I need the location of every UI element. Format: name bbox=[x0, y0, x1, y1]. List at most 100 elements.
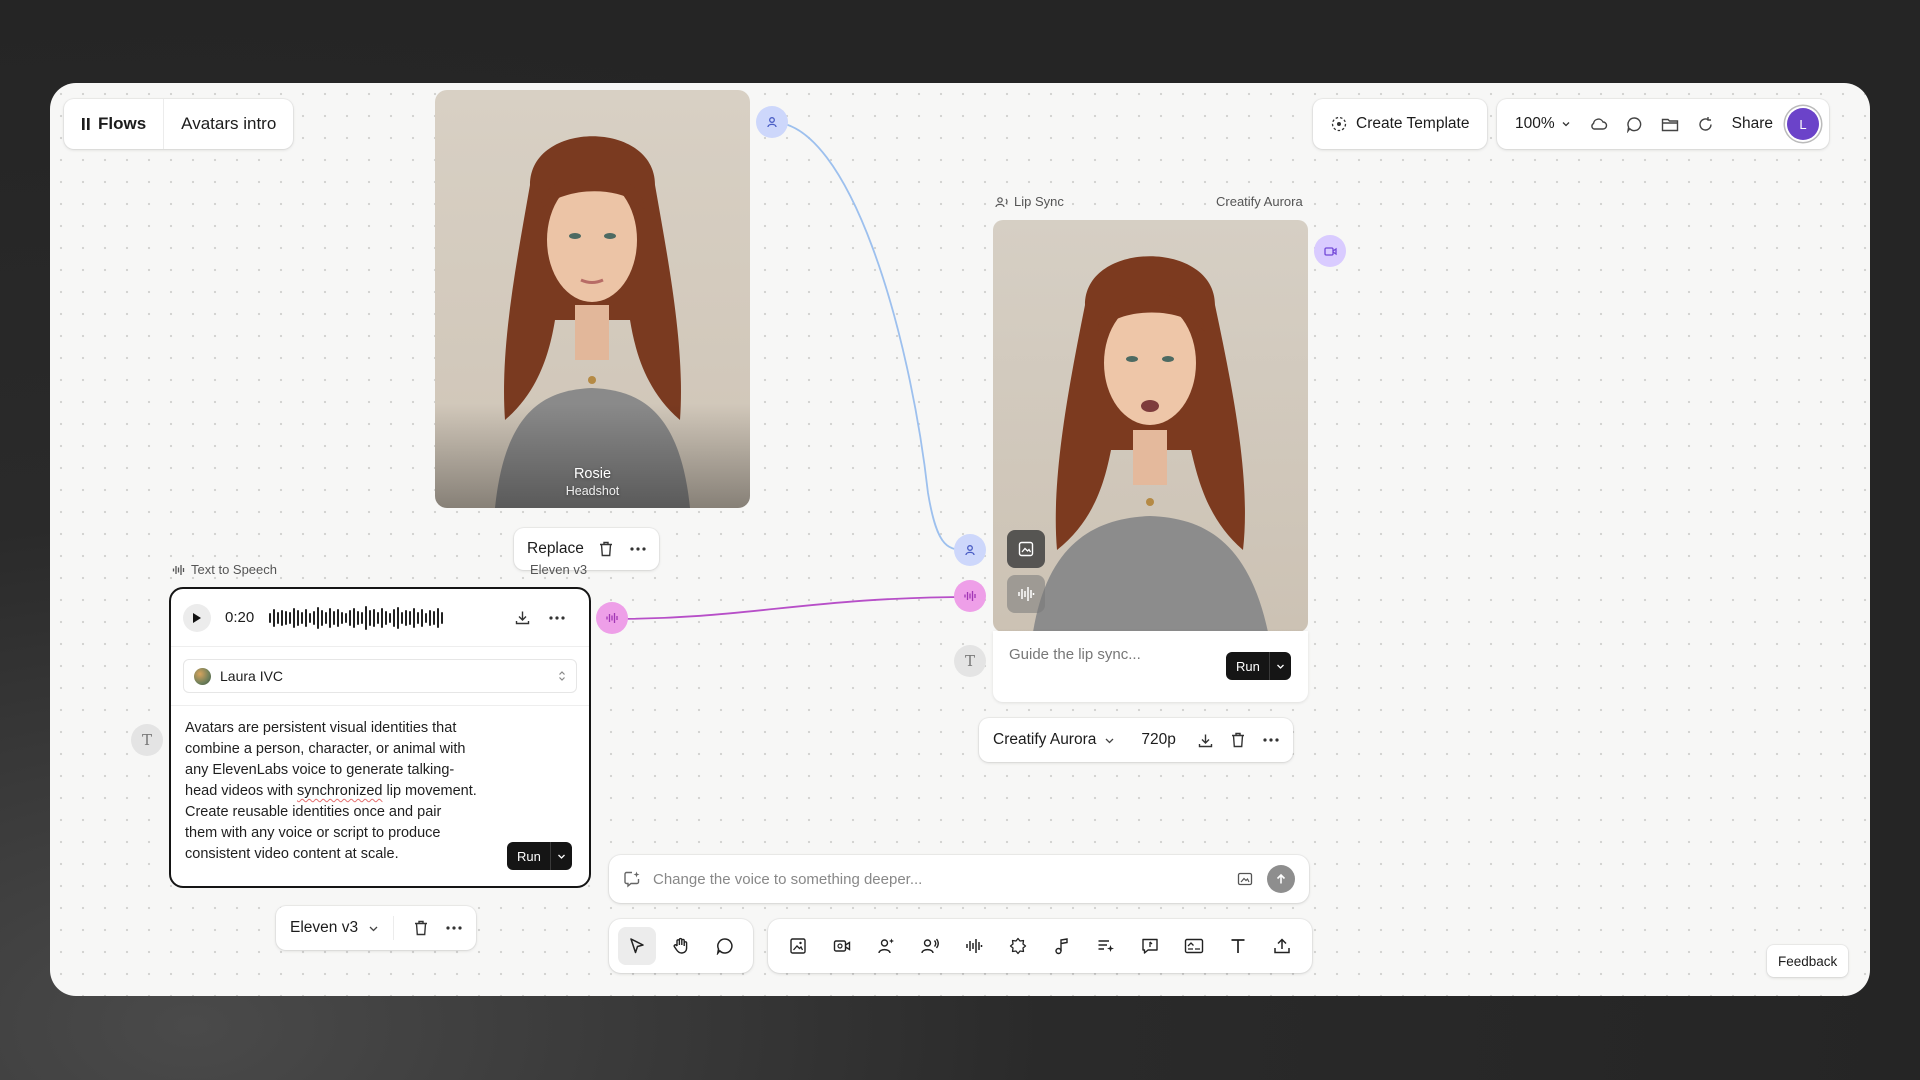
waveform-bar bbox=[373, 608, 376, 627]
more-icon[interactable] bbox=[1263, 738, 1279, 742]
run-label: Run bbox=[1236, 658, 1260, 674]
attach-image-icon[interactable] bbox=[1237, 872, 1253, 886]
headshot-image-node[interactable]: Rosie Headshot bbox=[435, 90, 750, 508]
more-icon[interactable] bbox=[446, 926, 462, 930]
video-camera-icon bbox=[833, 937, 851, 955]
add-video-tool[interactable] bbox=[823, 927, 861, 965]
add-text-tool[interactable] bbox=[1219, 927, 1257, 965]
audio-waveform[interactable] bbox=[269, 604, 444, 632]
tts-label: Text to Speech bbox=[172, 562, 277, 577]
user-avatar[interactable]: L bbox=[1787, 108, 1820, 140]
voice-name: Laura IVC bbox=[220, 668, 284, 684]
history-icon[interactable] bbox=[1697, 116, 1714, 133]
comment-tool[interactable] bbox=[706, 927, 744, 965]
chevron-down-icon[interactable] bbox=[1268, 652, 1291, 680]
download-icon[interactable] bbox=[1198, 733, 1213, 748]
waveform-bar bbox=[393, 608, 396, 627]
waveform-bar bbox=[285, 610, 288, 625]
enhance-icon bbox=[1009, 937, 1027, 955]
download-icon[interactable] bbox=[515, 610, 530, 625]
upload-icon bbox=[1273, 937, 1291, 955]
waveform-bar bbox=[357, 610, 360, 625]
chevron-down-icon[interactable] bbox=[549, 842, 572, 870]
lip-sync-prompt-placeholder[interactable]: Guide the lip sync... bbox=[1009, 646, 1141, 663]
lip-sync-model: Creatify Aurora bbox=[993, 731, 1097, 748]
audio-input-button[interactable] bbox=[1007, 575, 1045, 613]
speaking-person-icon bbox=[921, 937, 939, 955]
add-prompt-tool[interactable] bbox=[1131, 927, 1169, 965]
add-text-gen-tool[interactable] bbox=[1087, 927, 1125, 965]
canvas-window[interactable]: Flows Avatars intro Create Template 100%… bbox=[50, 83, 1870, 996]
trash-icon[interactable] bbox=[414, 920, 428, 936]
zoom-dropdown[interactable]: 100% bbox=[1515, 115, 1571, 133]
lip-sync-text-port[interactable]: T bbox=[954, 645, 986, 677]
trash-icon[interactable] bbox=[1231, 732, 1245, 748]
ai-prompt-input[interactable]: Change the voice to something deeper... bbox=[653, 871, 1237, 888]
add-caption-tool[interactable] bbox=[1175, 927, 1213, 965]
tts-audio-output-port[interactable] bbox=[596, 602, 628, 634]
lip-sync-audio-port[interactable] bbox=[954, 580, 986, 612]
add-audio-tool[interactable] bbox=[955, 927, 993, 965]
waveform-bar bbox=[425, 612, 428, 623]
waveform-bar bbox=[389, 612, 392, 623]
lip-sync-actions: Creatify Aurora 720p bbox=[979, 718, 1293, 762]
chevron-down-icon bbox=[368, 923, 379, 934]
flows-menu-button[interactable]: Flows bbox=[64, 99, 163, 149]
lip-sync-video-node[interactable] bbox=[993, 220, 1308, 632]
lip-sync-model-label: Creatify Aurora bbox=[1216, 194, 1303, 209]
tts-model-label: Eleven v3 bbox=[530, 562, 588, 577]
tts-text-port[interactable]: T bbox=[131, 724, 163, 756]
share-button[interactable]: Share bbox=[1732, 115, 1773, 133]
waveform-bar bbox=[381, 607, 384, 628]
avatar-name: Rosie bbox=[573, 466, 612, 482]
template-icon bbox=[1331, 116, 1347, 132]
folder-icon[interactable] bbox=[1661, 117, 1679, 132]
pause-bars-icon bbox=[81, 117, 91, 131]
waveform-bar bbox=[401, 611, 404, 624]
image-edge bbox=[771, 121, 973, 551]
lip-sync-image-port[interactable] bbox=[954, 534, 986, 566]
cloud-sync-icon[interactable] bbox=[1589, 116, 1608, 132]
add-voice-tool[interactable] bbox=[911, 927, 949, 965]
create-template-button[interactable]: Create Template bbox=[1313, 99, 1488, 149]
avatar-port-icon bbox=[964, 544, 976, 556]
upload-tool[interactable] bbox=[1263, 927, 1301, 965]
project-name[interactable]: Avatars intro bbox=[163, 99, 293, 149]
waveform-bar bbox=[349, 609, 352, 626]
ai-prompt-bar[interactable]: Change the voice to something deeper... bbox=[609, 855, 1309, 903]
voice-select[interactable]: Laura IVC bbox=[183, 659, 577, 693]
add-image-tool[interactable] bbox=[779, 927, 817, 965]
feedback-button[interactable]: Feedback bbox=[1767, 945, 1849, 977]
avatar-sparkle-icon bbox=[877, 937, 895, 955]
avatar-subtitle: Headshot bbox=[565, 484, 620, 498]
hand-tool[interactable] bbox=[662, 927, 700, 965]
resolution-dropdown[interactable]: 720p bbox=[1141, 731, 1175, 749]
trash-icon[interactable] bbox=[599, 541, 613, 557]
tts-run-button[interactable]: Run bbox=[507, 842, 572, 870]
audio-player: 0:20 bbox=[171, 589, 589, 647]
more-icon[interactable] bbox=[630, 547, 646, 551]
lip-sync-run-button[interactable]: Run bbox=[1226, 652, 1291, 680]
tts-model: Eleven v3 bbox=[290, 919, 359, 936]
lip-sync-prompt[interactable]: Guide the lip sync... Run bbox=[993, 631, 1308, 702]
lip-sync-model-dropdown[interactable]: Creatify Aurora bbox=[993, 731, 1115, 749]
more-icon[interactable] bbox=[549, 615, 565, 620]
select-tool[interactable] bbox=[618, 927, 656, 965]
headshot-output-port[interactable] bbox=[756, 106, 788, 138]
waveform-bar bbox=[333, 610, 336, 625]
replace-button[interactable]: Replace bbox=[527, 540, 584, 558]
tts-script-text[interactable]: Avatars are persistent visual identities… bbox=[171, 706, 491, 877]
send-button[interactable] bbox=[1267, 865, 1295, 893]
add-avatar-tool[interactable] bbox=[867, 927, 905, 965]
image-input-button[interactable] bbox=[1007, 530, 1045, 568]
add-enhance-tool[interactable] bbox=[999, 927, 1037, 965]
app-name: Flows bbox=[98, 114, 147, 133]
add-music-tool[interactable] bbox=[1043, 927, 1081, 965]
waveform-bar bbox=[429, 609, 432, 626]
tts-node[interactable]: 0:20 Laura IVC Avatars are persistent vi… bbox=[169, 587, 591, 888]
lip-sync-output-port[interactable] bbox=[1314, 235, 1346, 267]
play-button[interactable] bbox=[183, 603, 211, 632]
tts-model-dropdown[interactable]: Eleven v3 bbox=[290, 916, 395, 940]
waveform-bar bbox=[437, 607, 440, 628]
comments-icon[interactable] bbox=[1626, 116, 1643, 133]
